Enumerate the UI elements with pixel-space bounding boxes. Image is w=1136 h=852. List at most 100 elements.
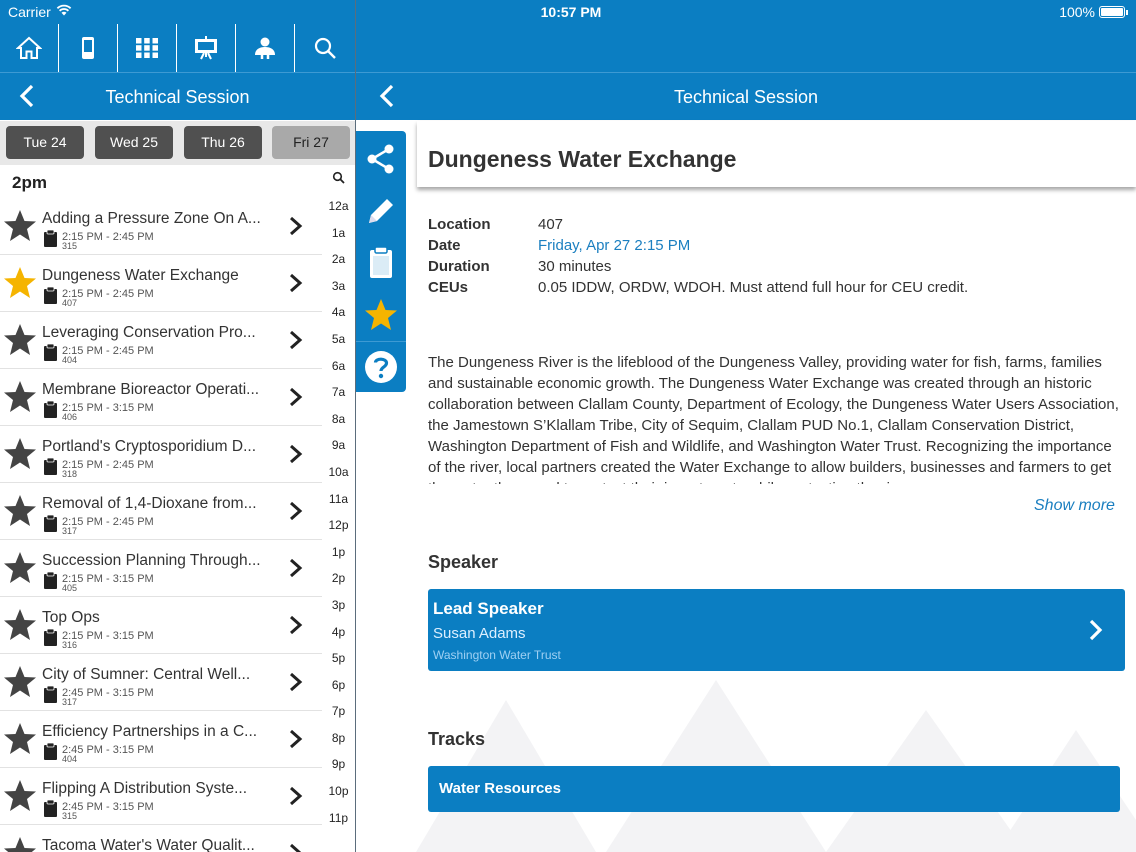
hour-index-item[interactable]: 10a: [322, 459, 355, 486]
favorite-star-icon[interactable]: [2, 778, 38, 814]
session-row[interactable]: Efficiency Partnerships in a C... 2:45 PM…: [0, 711, 322, 768]
clipboard-icon: [44, 571, 57, 589]
show-more-link[interactable]: Show more: [1034, 497, 1115, 515]
favorite-star-icon[interactable]: [2, 208, 38, 244]
session-row[interactable]: Adding a Pressure Zone On A... 2:15 PM - …: [0, 198, 322, 255]
favorite-star-icon[interactable]: [2, 721, 38, 757]
hour-index-item[interactable]: 6p: [322, 672, 355, 699]
hour-index-item[interactable]: 2p: [322, 565, 355, 592]
chevron-right-icon: [1089, 619, 1103, 641]
day-tabs: Tue 24 Wed 25 Thu 26 Fri 27: [0, 121, 355, 165]
battery-indicator: 100%: [1059, 4, 1128, 20]
hour-index-item[interactable]: 3a: [322, 273, 355, 300]
session-row[interactable]: Leveraging Conservation Pro... 2:15 PM - …: [0, 312, 322, 369]
session-row[interactable]: Succession Planning Through... 2:15 PM - …: [0, 540, 322, 597]
hour-index-item[interactable]: 9p: [322, 751, 355, 778]
hour-index[interactable]: 12a 1a 2a 3a 4a 5a 6a 7a 8a 9a 10a 11a 12p 1p 2p 3p 4p 5p…: [322, 193, 355, 831]
session-row[interactable]: City of Sumner: Central Well... 2:45 PM -…: [0, 654, 322, 711]
day-tab-thu[interactable]: Thu 26: [184, 126, 262, 159]
info-row: Location 407: [428, 214, 968, 235]
session-row[interactable]: Dungeness Water Exchange 2:15 PM - 2:45 P…: [0, 255, 322, 312]
favorite-star-icon[interactable]: [2, 664, 38, 700]
chevron-right-icon: [290, 501, 303, 521]
info-row: Duration 30 minutes: [428, 256, 968, 277]
home-button[interactable]: [0, 24, 59, 72]
status-bar: Carrier: [0, 0, 355, 24]
info-row: Date Friday, Apr 27 2:15 PM: [428, 235, 968, 256]
hour-index-item[interactable]: 1p: [322, 539, 355, 566]
speaker-card[interactable]: Lead Speaker Susan Adams Washington Wate…: [428, 589, 1125, 671]
session-room: 405: [62, 583, 78, 593]
hour-index-item[interactable]: 8a: [322, 406, 355, 433]
hour-index-item[interactable]: 3p: [322, 592, 355, 619]
session-title: Removal of 1,4-Dioxane from...: [42, 495, 257, 512]
hour-index-item[interactable]: 11p: [322, 805, 355, 832]
session-room: 317: [62, 526, 78, 536]
clipboard-icon[interactable]: [363, 245, 399, 281]
clipboard-icon: [44, 457, 57, 475]
info-value[interactable]: Friday, Apr 27 2:15 PM: [538, 237, 690, 254]
favorite-star-icon[interactable]: [2, 835, 38, 852]
person-button[interactable]: [236, 24, 295, 72]
info-value: 30 minutes: [538, 258, 612, 275]
hour-index-item[interactable]: 7a: [322, 379, 355, 406]
hour-index-item[interactable]: 5p: [322, 645, 355, 672]
session-row[interactable]: Removal of 1,4-Dioxane from... 2:15 PM - …: [0, 483, 322, 540]
session-row[interactable]: Flipping A Distribution Syste... 2:45 PM …: [0, 768, 322, 825]
favorite-star-icon[interactable]: [2, 493, 38, 529]
search-button[interactable]: [295, 24, 354, 72]
hour-index-item[interactable]: 12p: [322, 512, 355, 539]
session-room: 406: [62, 412, 78, 422]
favorite-star-icon[interactable]: [2, 379, 38, 415]
main-toolbar: [0, 24, 355, 72]
right-nav-title: Technical Session: [673, 87, 819, 107]
session-title: Adding a Pressure Zone On A...: [42, 210, 261, 227]
favorite-star-icon[interactable]: [2, 607, 38, 643]
index-search-icon[interactable]: [332, 171, 346, 185]
device-button[interactable]: [59, 24, 118, 72]
hour-index-item[interactable]: 2a: [322, 246, 355, 273]
hour-index-item[interactable]: 11a: [322, 486, 355, 513]
star-icon[interactable]: [363, 297, 399, 333]
wifi-icon: [56, 4, 72, 16]
share-icon[interactable]: [363, 141, 399, 177]
hour-index-item[interactable]: 4p: [322, 619, 355, 646]
session-title: Top Ops: [42, 609, 100, 626]
favorite-star-icon[interactable]: [2, 265, 38, 301]
track-item[interactable]: Water Resources: [428, 766, 1120, 812]
session-title: City of Sumner: Central Well...: [42, 666, 251, 683]
clipboard-icon: [44, 685, 57, 703]
session-title: Flipping A Distribution Syste...: [42, 780, 248, 797]
day-tab-wed[interactable]: Wed 25: [95, 126, 173, 159]
hour-index-item[interactable]: 10p: [322, 778, 355, 805]
hour-index-item[interactable]: 9a: [322, 432, 355, 459]
session-row[interactable]: Tacoma Water's Water Qualit...: [0, 825, 322, 852]
pencil-icon[interactable]: [363, 193, 399, 229]
chevron-right-icon: [290, 729, 303, 749]
hour-index-item[interactable]: 12a: [322, 193, 355, 220]
hour-index-item[interactable]: 1a: [322, 220, 355, 247]
favorite-star-icon[interactable]: [2, 322, 38, 358]
grid-button[interactable]: [118, 24, 177, 72]
hour-index-item[interactable]: 7p: [322, 698, 355, 725]
tracks-heading: Tracks: [428, 729, 486, 749]
hour-index-item[interactable]: 5a: [322, 326, 355, 353]
chevron-right-icon: [290, 558, 303, 578]
help-icon[interactable]: [363, 349, 399, 385]
session-info: Location 407 Date Friday, Apr 27 2:15 PM Dur…: [428, 214, 968, 298]
hour-index-item[interactable]: 6a: [322, 353, 355, 380]
session-room: 318: [62, 469, 78, 479]
session-row[interactable]: Membrane Bioreactor Operati... 2:15 PM - …: [0, 369, 322, 426]
hour-index-item[interactable]: 4a: [322, 299, 355, 326]
session-row[interactable]: Top Ops 2:15 PM - 3:15 PM 316: [0, 597, 322, 654]
session-room: 407: [62, 298, 78, 308]
session-title: Membrane Bioreactor Operati...: [42, 381, 260, 398]
favorite-star-icon[interactable]: [2, 436, 38, 472]
favorite-star-icon[interactable]: [2, 550, 38, 586]
session-row[interactable]: Portland's Cryptosporidium D... 2:15 PM -…: [0, 426, 322, 483]
hour-index-item[interactable]: 8p: [322, 725, 355, 752]
day-tab-tue[interactable]: Tue 24: [6, 126, 84, 159]
presentation-button[interactable]: [177, 24, 236, 72]
day-tab-fri[interactable]: Fri 27: [272, 126, 350, 159]
presentation-icon: [195, 36, 217, 60]
